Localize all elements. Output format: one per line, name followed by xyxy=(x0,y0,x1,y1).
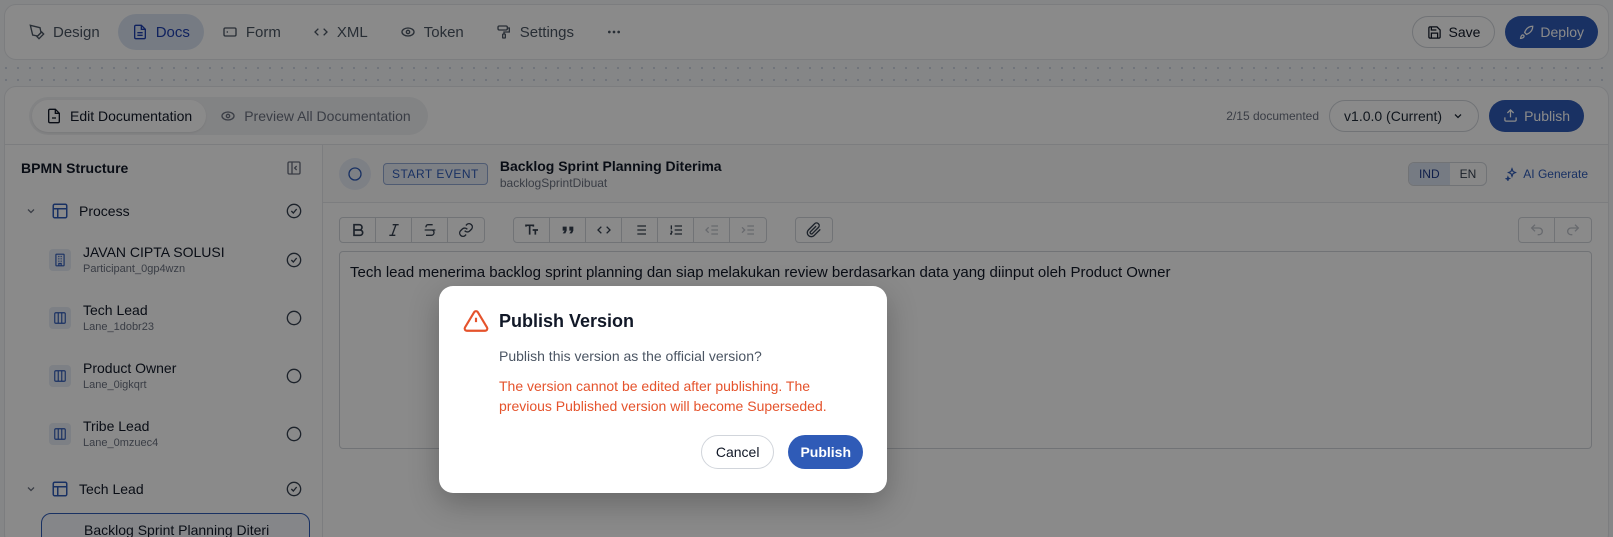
dialog-actions: Cancel Publish xyxy=(700,435,863,469)
app-root: Design Docs Form XML Token Settings Save… xyxy=(0,0,1613,537)
dialog-title: Publish Version xyxy=(499,310,635,331)
cancel-button[interactable]: Cancel xyxy=(700,435,775,469)
dialog-header: Publish Version xyxy=(463,308,863,334)
confirm-publish-button[interactable]: Publish xyxy=(788,435,863,469)
dialog-warning: The version cannot be edited after publi… xyxy=(499,378,827,415)
publish-version-dialog: Publish Version Publish this version as … xyxy=(439,286,887,493)
warning-triangle-icon xyxy=(463,310,489,332)
dialog-question: Publish this version as the official ver… xyxy=(499,348,762,364)
